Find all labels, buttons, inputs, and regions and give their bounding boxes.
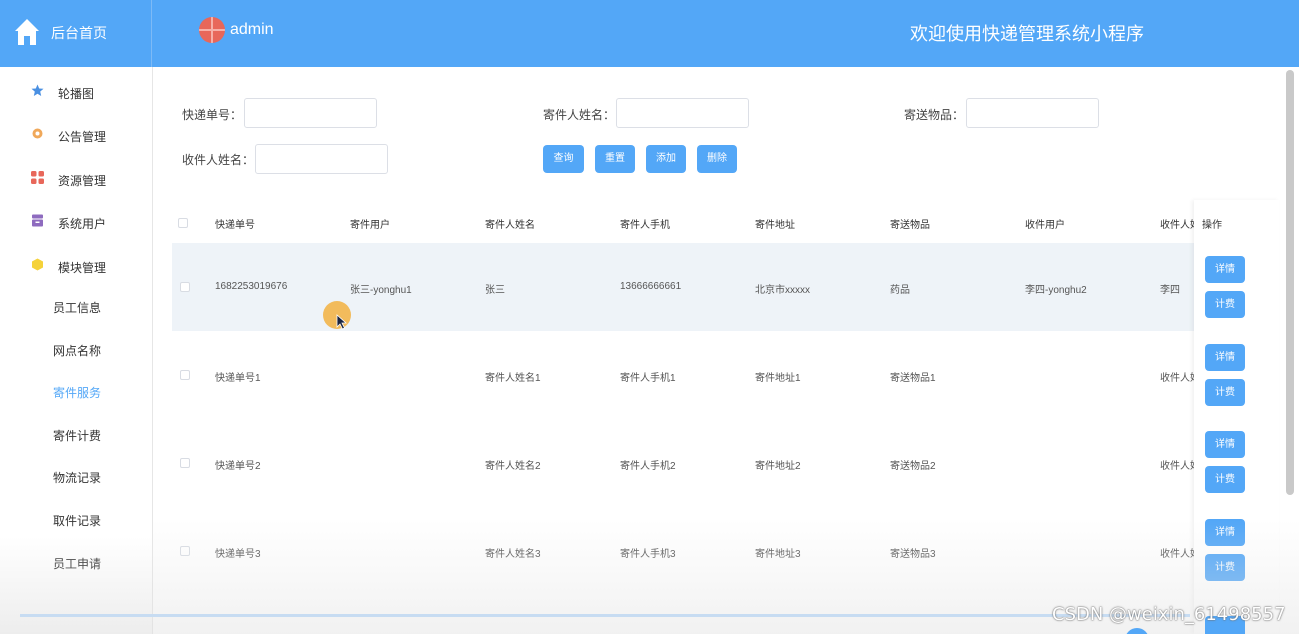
table-cell: 寄送物品2	[890, 461, 936, 472]
fee-button[interactable]: 计费	[1205, 291, 1245, 318]
table-cell: 寄件地址1	[755, 373, 801, 384]
sidebar-item-system-users[interactable]: 系统用户	[0, 206, 152, 236]
reset-button[interactable]: 重置	[595, 145, 635, 173]
home-icon	[15, 19, 39, 45]
table-cell: 13666666661	[620, 281, 682, 292]
table-cell: 寄件人姓名1	[485, 373, 541, 384]
col-sender-name: 寄件人姓名	[485, 220, 535, 231]
detail-button[interactable]: 详情	[1205, 431, 1245, 458]
col-sender-user: 寄件用户	[350, 220, 390, 231]
sidebar-item-modules[interactable]: 模块管理	[0, 250, 152, 280]
sidebar-sub-outlet-name[interactable]: 网点名称	[0, 336, 152, 366]
table-cell: 张三	[485, 285, 505, 296]
user-menu[interactable]: admin	[199, 17, 274, 43]
table-cell: 寄件人手机3	[620, 549, 676, 560]
table-cell: 寄件地址3	[755, 549, 801, 560]
avatar	[199, 17, 225, 43]
receiver-name-label: 收件人姓名：	[182, 153, 255, 167]
table-cell: 北京市xxxxx	[755, 285, 810, 296]
sidebar-item-label: 资源管理	[58, 174, 107, 188]
table-cell: 寄件人姓名3	[485, 549, 541, 560]
item-input[interactable]	[966, 98, 1099, 128]
select-all-checkbox[interactable]	[178, 218, 188, 228]
table-cell: 张三-yonghu1	[350, 285, 412, 296]
sidebar-item-label: 模块管理	[58, 261, 107, 275]
col-sender-phone: 寄件人手机	[620, 220, 670, 231]
horizontal-scrollbar[interactable]	[20, 614, 1190, 617]
brand-title: 后台首页	[51, 25, 107, 41]
table-cell: 李四	[1160, 285, 1180, 296]
top-header: 后台首页 admin 欢迎使用快递管理系统小程序	[0, 0, 1299, 67]
table-cell: 寄件人手机1	[620, 373, 676, 384]
row-checkbox[interactable]	[180, 282, 190, 292]
row-checkbox[interactable]	[180, 546, 190, 556]
sidebar-item-announcements[interactable]: 公告管理	[0, 119, 152, 149]
delete-button[interactable]: 删除	[697, 145, 737, 173]
col-receiver-user: 收件用户	[1025, 220, 1065, 231]
tracking-label: 快递单号：	[182, 108, 243, 122]
sidebar-sub-logistics-record[interactable]: 物流记录	[0, 463, 152, 493]
sender-name-label: 寄件人姓名：	[543, 108, 616, 122]
detail-button[interactable]: 详情	[1205, 256, 1245, 283]
brand-home-link[interactable]: 后台首页	[0, 0, 152, 67]
fee-button[interactable]: 计费	[1205, 466, 1245, 493]
star-icon	[31, 84, 44, 96]
table-cell: 李四-yonghu2	[1025, 285, 1087, 296]
sidebar-item-label: 公告管理	[58, 130, 107, 144]
col-tracking-no: 快递单号	[215, 220, 255, 231]
table-cell: 快递单号2	[215, 461, 261, 472]
row-checkbox[interactable]	[180, 370, 190, 380]
col-item: 寄送物品	[890, 220, 930, 231]
receiver-name-input[interactable]	[255, 144, 388, 174]
sidebar-sub-employee-info[interactable]: 员工信息	[0, 293, 152, 323]
table-cell: 寄件人手机2	[620, 461, 676, 472]
partial-button[interactable]	[1125, 628, 1149, 634]
table-cell: 寄件地址2	[755, 461, 801, 472]
sidebar-item-carousel[interactable]: 轮播图	[0, 76, 152, 106]
detail-button[interactable]: 详情	[1205, 519, 1245, 546]
sidebar-sub-employee-apply[interactable]: 员工申请	[0, 549, 152, 579]
sidebar-item-resources[interactable]: 资源管理	[0, 163, 152, 193]
sidebar-item-label: 轮播图	[58, 87, 95, 101]
table-cell: 快递单号1	[215, 373, 261, 384]
table-cell: 药品	[890, 285, 910, 296]
welcome-title: 欢迎使用快递管理系统小程序	[910, 24, 1144, 44]
sidebar-sub-shipping-fee[interactable]: 寄件计费	[0, 421, 152, 451]
mouse-cursor-icon	[336, 314, 348, 330]
item-label: 寄送物品：	[904, 108, 965, 122]
add-button[interactable]: 添加	[646, 145, 686, 173]
sidebar-sub-pickup-record[interactable]: 取件记录	[0, 506, 152, 536]
table-cell: 1682253019676	[215, 281, 288, 292]
vertical-scrollbar[interactable]	[1286, 70, 1294, 495]
detail-button[interactable]: 详情	[1205, 344, 1245, 371]
grid-icon	[31, 171, 44, 184]
sender-name-input[interactable]	[616, 98, 749, 128]
hexagon-icon	[32, 258, 43, 271]
sidebar-sub-shipping-service[interactable]: 寄件服务	[0, 378, 152, 408]
query-button[interactable]: 查询	[543, 145, 584, 173]
gear-icon	[32, 128, 43, 139]
box-icon	[32, 214, 43, 227]
row-checkbox[interactable]	[180, 458, 190, 468]
table-cell: 寄件人姓名2	[485, 461, 541, 472]
col-sender-address: 寄件地址	[755, 220, 795, 231]
col-operations: 操作	[1202, 220, 1222, 231]
table-cell: 寄送物品1	[890, 373, 936, 384]
username: admin	[230, 21, 274, 38]
sidebar: 轮播图 公告管理 资源管理 系统用户 模块管理 员工信息 网点名称 寄件服务 寄…	[0, 67, 153, 634]
fee-button[interactable]: 计费	[1205, 379, 1245, 406]
table-cell: 快递单号3	[215, 549, 261, 560]
table-cell: 寄送物品3	[890, 549, 936, 560]
fee-button[interactable]: 计费	[1205, 554, 1245, 581]
sidebar-item-label: 系统用户	[58, 217, 107, 231]
watermark: CSDN @weixin_61498557	[1052, 604, 1286, 625]
tracking-input[interactable]	[244, 98, 377, 128]
